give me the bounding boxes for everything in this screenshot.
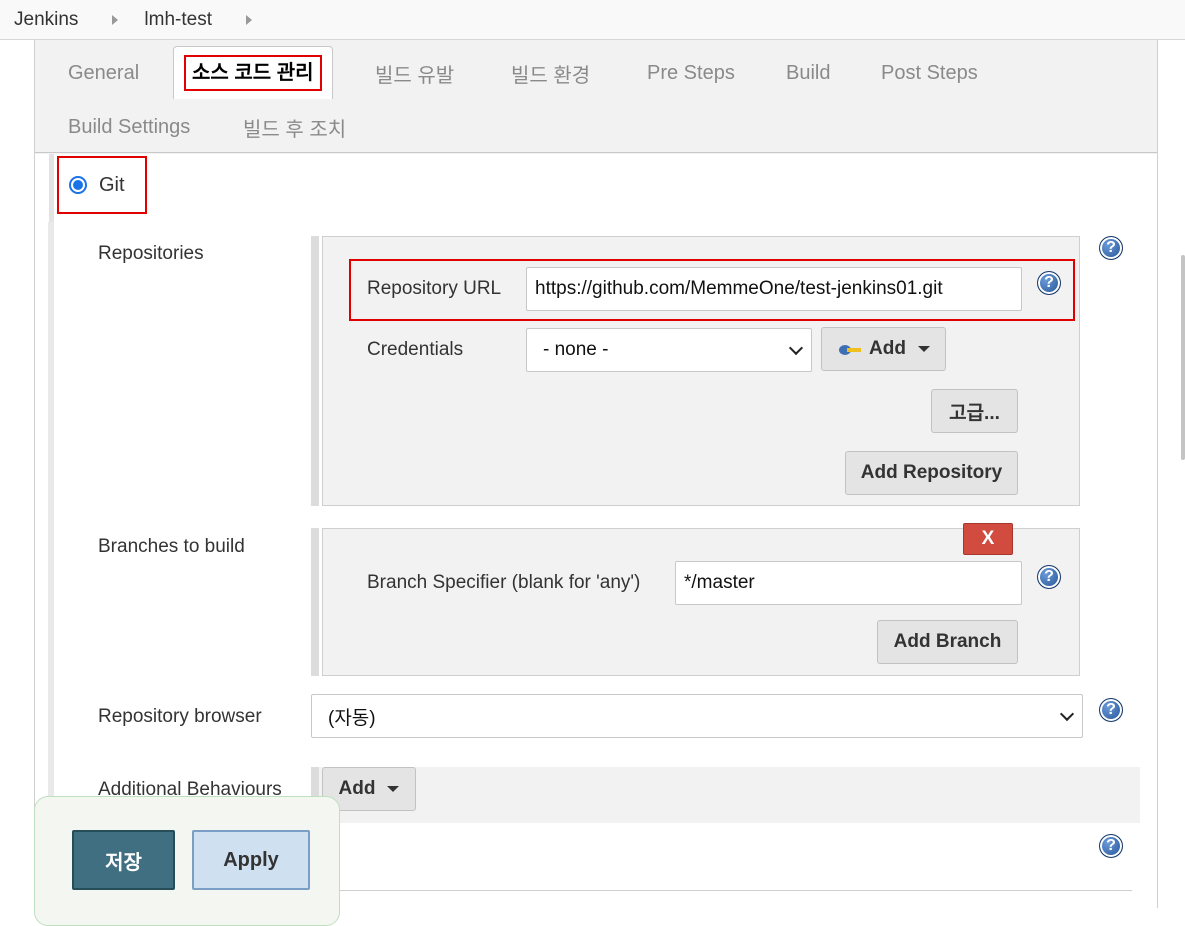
credentials-label: Credentials bbox=[367, 339, 464, 360]
chevron-right-icon[interactable] bbox=[112, 14, 119, 25]
tab-build[interactable]: Build bbox=[786, 51, 830, 95]
apply-button[interactable]: Apply bbox=[192, 830, 310, 890]
radio-selected-dot bbox=[73, 180, 83, 190]
tab-label: 빌드 유발 bbox=[375, 64, 455, 87]
tab-post-build-actions[interactable]: 빌드 후 조치 bbox=[243, 105, 346, 149]
add-branch-button[interactable]: Add Branch bbox=[877, 620, 1018, 664]
tab-post-steps[interactable]: Post Steps bbox=[881, 51, 978, 95]
page-scrollbar[interactable] bbox=[1177, 40, 1185, 908]
help-icon[interactable]: ? bbox=[1099, 236, 1123, 260]
help-icon[interactable]: ? bbox=[1037, 565, 1061, 589]
chevron-down-icon bbox=[788, 340, 804, 356]
key-icon bbox=[837, 340, 863, 358]
branches-indent-bar bbox=[311, 528, 319, 676]
add-behaviour-label: Add bbox=[338, 778, 376, 799]
additional-behaviours-box bbox=[311, 767, 1140, 823]
tab-label: Post Steps bbox=[881, 61, 978, 84]
git-option-highlight: Git bbox=[57, 156, 147, 214]
add-credentials-button[interactable]: Add bbox=[821, 327, 946, 371]
help-icon[interactable]: ? bbox=[1099, 698, 1123, 722]
help-icon[interactable]: ? bbox=[1099, 834, 1123, 858]
tab-label: 빌드 후 조치 bbox=[243, 118, 347, 141]
repository-browser-select[interactable]: (자동) bbox=[311, 694, 1083, 738]
chevron-down-icon bbox=[1059, 706, 1075, 722]
credentials-select[interactable]: - none - bbox=[526, 328, 812, 372]
tab-label: Build bbox=[786, 61, 831, 84]
add-credentials-label: Add bbox=[869, 338, 906, 359]
tab-source-code-management[interactable]: 소스 코드 관리 bbox=[173, 46, 333, 99]
tab-label: Pre Steps bbox=[647, 61, 735, 84]
repositories-indent-bar bbox=[311, 236, 319, 506]
git-label[interactable]: Git bbox=[99, 174, 125, 197]
scrollbar-thumb[interactable] bbox=[1181, 255, 1185, 460]
caret-down-icon bbox=[917, 346, 930, 352]
branches-to-build-label: Branches to build bbox=[98, 536, 245, 557]
credentials-value: - none - bbox=[543, 339, 609, 360]
tab-build-triggers[interactable]: 빌드 유발 bbox=[375, 51, 454, 95]
config-tabbar: General 소스 코드 관리 빌드 유발 빌드 환경 Pre Steps B… bbox=[35, 40, 1157, 153]
tab-build-settings[interactable]: Build Settings bbox=[68, 105, 190, 149]
tab-label: Build Settings bbox=[68, 115, 191, 138]
chevron-right-icon[interactable] bbox=[246, 14, 252, 25]
help-icon[interactable]: ? bbox=[1037, 271, 1061, 295]
branch-specifier-label: Branch Specifier (blank for 'any') bbox=[367, 572, 641, 593]
caret-down-icon bbox=[387, 786, 400, 792]
git-radio[interactable] bbox=[69, 176, 87, 194]
tab-label: General bbox=[68, 61, 140, 84]
repository-url-label: Repository URL bbox=[367, 278, 502, 299]
repository-url-input[interactable]: https://github.com/MemmeOne/test-jenkins… bbox=[526, 267, 1022, 311]
tab-label: 소스 코드 관리 bbox=[184, 55, 322, 91]
breadcrumb: Jenkins lmh-test bbox=[0, 0, 1185, 40]
section-divider bbox=[340, 890, 1132, 891]
branch-specifier-input[interactable]: */master bbox=[675, 561, 1022, 605]
advanced-button[interactable]: 고급... bbox=[931, 389, 1018, 433]
delete-branch-button[interactable]: X bbox=[963, 523, 1013, 555]
tab-label: 빌드 환경 bbox=[511, 64, 591, 87]
bottom-sticky-bar: 저장 Apply bbox=[34, 796, 340, 926]
breadcrumb-job[interactable]: lmh-test bbox=[144, 9, 212, 31]
breadcrumb-jenkins[interactable]: Jenkins bbox=[14, 9, 78, 31]
save-button[interactable]: 저장 bbox=[72, 830, 175, 890]
tab-pre-steps[interactable]: Pre Steps bbox=[647, 51, 735, 95]
repositories-label: Repositories bbox=[98, 243, 204, 264]
tab-build-environment[interactable]: 빌드 환경 bbox=[511, 51, 590, 95]
repository-browser-value: (자동) bbox=[328, 707, 376, 729]
repository-browser-label: Repository browser bbox=[98, 706, 262, 727]
tab-general[interactable]: General bbox=[68, 51, 139, 95]
add-repository-button[interactable]: Add Repository bbox=[845, 451, 1018, 495]
